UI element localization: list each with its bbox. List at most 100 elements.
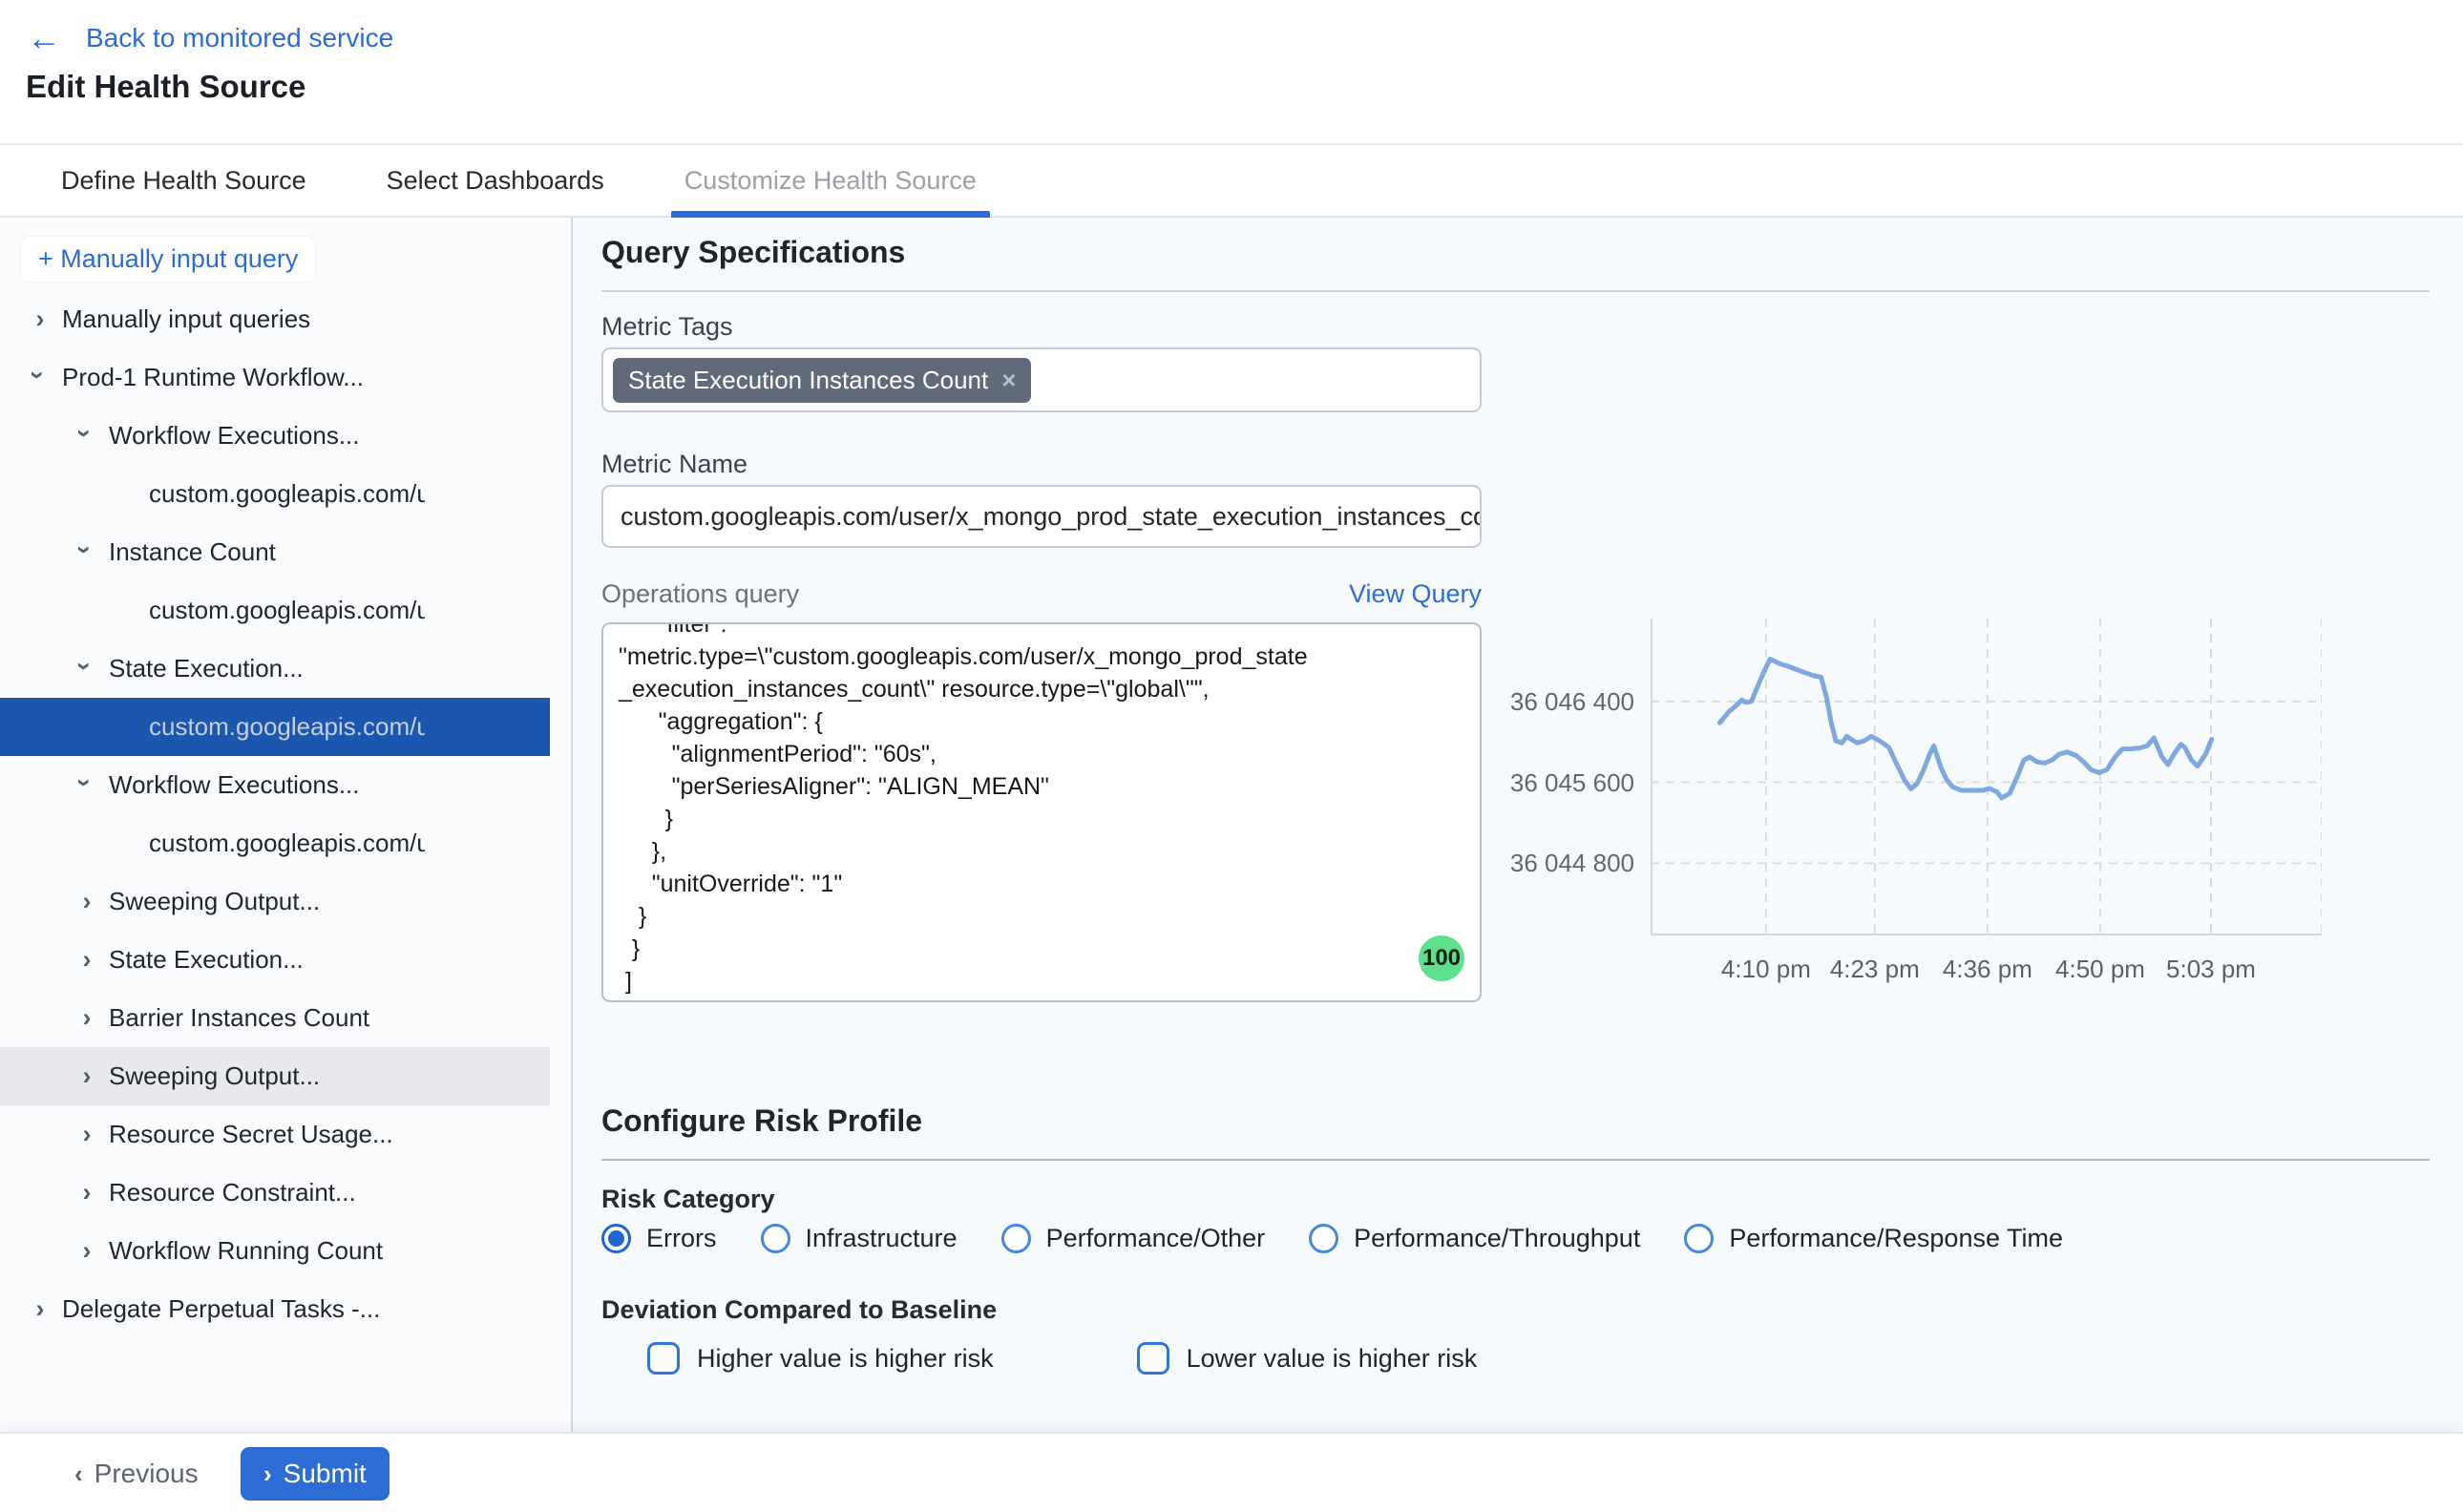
- back-arrow-icon: ←: [27, 21, 61, 55]
- tree-item-label: Resource Constraint...: [109, 1164, 356, 1222]
- risk-radio-performance-other[interactable]: Performance/Other: [1001, 1224, 1266, 1253]
- manually-input-query-button[interactable]: + Manually input query: [21, 237, 315, 282]
- chevron-left-icon: ‹: [74, 1460, 83, 1489]
- tree-item-sweeping-output[interactable]: ›Sweeping Output...: [0, 872, 550, 931]
- metric-tags-label: Metric Tags: [601, 312, 733, 342]
- tree-item-delegate-perpetual-tasks[interactable]: ›Delegate Perpetual Tasks -...: [0, 1280, 550, 1338]
- tab-select-dashboards[interactable]: Select Dashboards: [373, 144, 618, 217]
- main-area: + Manually input query ›Manually input q…: [0, 218, 2463, 1432]
- deviation-checkbox-lower-value-is-higher-risk[interactable]: Lower value is higher risk: [1137, 1342, 1478, 1375]
- tree-item-workflow-running-count[interactable]: ›Workflow Running Count: [0, 1222, 550, 1280]
- tree-item-custom-googleapis-com-user-x-mongo[interactable]: custom.googleapis.com/user/x_mongo: [0, 465, 550, 523]
- risk-radio-performance-throughput[interactable]: Performance/Throughput: [1309, 1224, 1640, 1253]
- tree-item-state-execution[interactable]: ›State Execution...: [0, 931, 550, 989]
- tab-customize-health-source[interactable]: Customize Health Source: [671, 144, 990, 217]
- chevron-right-icon[interactable]: ›: [73, 1105, 101, 1164]
- tree-item-label: State Execution...: [109, 931, 304, 989]
- tree-item-label: Manually input queries: [62, 290, 310, 348]
- metric-name-input[interactable]: custom.googleapis.com/user/x_mongo_prod_…: [601, 485, 1482, 548]
- risk-category-label: Risk Category: [601, 1185, 775, 1214]
- tree-item-label: custom.googleapis.com/user/x_mongo: [149, 581, 425, 640]
- tree-item-resource-constraint[interactable]: ›Resource Constraint...: [0, 1164, 550, 1222]
- deviation-checkbox-label: Lower value is higher risk: [1187, 1344, 1478, 1374]
- chevron-right-icon[interactable]: ›: [26, 1280, 54, 1338]
- deviation-checkbox-higher-value-is-higher-risk[interactable]: Higher value is higher risk: [647, 1342, 994, 1375]
- chevron-down-icon[interactable]: ›: [9, 361, 67, 389]
- x-axis-tick-label: 5:03 pm: [2135, 955, 2287, 984]
- checkbox-icon[interactable]: [647, 1342, 680, 1375]
- query-code: "filter": "metric.type=\"custom.googleap…: [619, 624, 1464, 1000]
- y-axis-tick-label: 36 044 800: [1508, 848, 1634, 878]
- submit-button[interactable]: › Submit: [241, 1447, 389, 1501]
- chevron-down-icon[interactable]: ›: [55, 419, 114, 448]
- tree-item-custom-googleapis-com-user-x-mongo[interactable]: custom.googleapis.com/user/x_mongo: [0, 814, 550, 872]
- tree-item-label: Workflow Executions...: [109, 756, 360, 814]
- chevron-right-icon[interactable]: ›: [73, 931, 101, 989]
- metric-tag-chip[interactable]: State Execution Instances Count ×: [613, 358, 1031, 403]
- chevron-right-icon[interactable]: ›: [73, 989, 101, 1047]
- back-link[interactable]: ← Back to monitored service: [27, 21, 393, 55]
- risk-category-options: Errors Infrastructure Performance/Other Per…: [601, 1224, 2063, 1253]
- view-query-link[interactable]: View Query: [1349, 579, 1482, 609]
- operations-query-textarea[interactable]: "filter": "metric.type=\"custom.googleap…: [601, 622, 1482, 1002]
- query-code-clipper: "filter": "metric.type=\"custom.googleap…: [603, 624, 1480, 1000]
- risk-profile-divider: [601, 1159, 2430, 1161]
- chevron-right-icon[interactable]: ›: [73, 1047, 101, 1105]
- risk-radio-performance-response-time[interactable]: Performance/Response Time: [1684, 1224, 2063, 1253]
- operations-query-label: Operations query: [601, 579, 799, 609]
- query-specifications-heading: Query Specifications: [601, 235, 905, 270]
- chevron-right-icon[interactable]: ›: [73, 872, 101, 931]
- chevron-right-icon[interactable]: ›: [26, 290, 54, 348]
- radio-selected-icon[interactable]: [601, 1224, 631, 1253]
- tree-item-resource-secret-usage[interactable]: ›Resource Secret Usage...: [0, 1105, 550, 1164]
- metric-name-label: Metric Name: [601, 450, 747, 479]
- tree-item-label: Workflow Executions...: [109, 407, 360, 465]
- risk-radio-infrastructure[interactable]: Infrastructure: [761, 1224, 958, 1253]
- tree-item-instance-count[interactable]: ›Instance Count: [0, 523, 550, 581]
- previous-button-label: Previous: [95, 1459, 199, 1489]
- chevron-right-icon[interactable]: ›: [73, 1164, 101, 1222]
- chevron-right-icon[interactable]: ›: [73, 1222, 101, 1280]
- deviation-label: Deviation Compared to Baseline: [601, 1295, 997, 1325]
- tree-item-state-execution[interactable]: ›State Execution...: [0, 640, 550, 698]
- risk-radio-errors[interactable]: Errors: [601, 1224, 717, 1253]
- query-specifications-divider: [601, 290, 2430, 292]
- metric-tag-chip-label: State Execution Instances Count: [628, 366, 988, 395]
- tree-item-manually-input-queries[interactable]: ›Manually input queries: [0, 290, 550, 348]
- metrics-tree: ›Manually input queries›Prod-1 Runtime W…: [0, 290, 573, 1338]
- page-header: ← Back to monitored service Edit Health …: [0, 0, 2463, 143]
- tree-item-label: Barrier Instances Count: [109, 989, 369, 1047]
- wizard-tab-bar: Define Health Source Select Dashboards Cus…: [0, 143, 2463, 218]
- chart-plot: [1651, 619, 2322, 935]
- tree-item-label: Delegate Perpetual Tasks -...: [62, 1280, 380, 1338]
- tree-item-label: State Execution...: [109, 640, 304, 698]
- tree-item-workflow-executions[interactable]: ›Workflow Executions...: [0, 407, 550, 465]
- chevron-down-icon[interactable]: ›: [55, 652, 114, 681]
- metric-line-series: [1719, 659, 2211, 798]
- radio-icon[interactable]: [761, 1224, 790, 1253]
- radio-icon[interactable]: [1309, 1224, 1338, 1253]
- radio-icon[interactable]: [1001, 1224, 1031, 1253]
- submit-button-label: Submit: [284, 1459, 367, 1489]
- tree-item-prod-1-runtime-workflow[interactable]: ›Prod-1 Runtime Workflow...: [0, 348, 550, 407]
- y-axis-tick-label: 36 046 400: [1508, 686, 1634, 717]
- tree-item-workflow-executions[interactable]: ›Workflow Executions...: [0, 756, 550, 814]
- tree-item-label: Resource Secret Usage...: [109, 1105, 393, 1164]
- chip-remove-icon[interactable]: ×: [1001, 366, 1016, 395]
- chevron-down-icon[interactable]: ›: [55, 768, 114, 797]
- tree-item-label: Prod-1 Runtime Workflow...: [62, 348, 364, 407]
- tree-item-custom-googleapis-com-user-x-mongo[interactable]: custom.googleapis.com/user/x_mongo: [0, 698, 550, 756]
- tab-define-health-source[interactable]: Define Health Source: [48, 144, 320, 217]
- previous-button[interactable]: ‹ Previous: [74, 1447, 199, 1501]
- wizard-footer: ‹ Previous › Submit: [0, 1432, 2463, 1512]
- tree-item-barrier-instances-count[interactable]: ›Barrier Instances Count: [0, 989, 550, 1047]
- tree-item-custom-googleapis-com-user-x-mongo[interactable]: custom.googleapis.com/user/x_mongo: [0, 581, 550, 640]
- tree-item-label: custom.googleapis.com/user/x_mongo: [149, 698, 425, 756]
- risk-radio-label: Infrastructure: [806, 1224, 958, 1253]
- tree-item-label: Instance Count: [109, 523, 276, 581]
- tree-item-sweeping-output[interactable]: ›Sweeping Output...: [0, 1047, 550, 1105]
- checkbox-icon[interactable]: [1137, 1342, 1169, 1375]
- radio-icon[interactable]: [1684, 1224, 1714, 1253]
- chevron-down-icon[interactable]: ›: [55, 536, 114, 564]
- metric-tags-input[interactable]: State Execution Instances Count ×: [601, 347, 1482, 412]
